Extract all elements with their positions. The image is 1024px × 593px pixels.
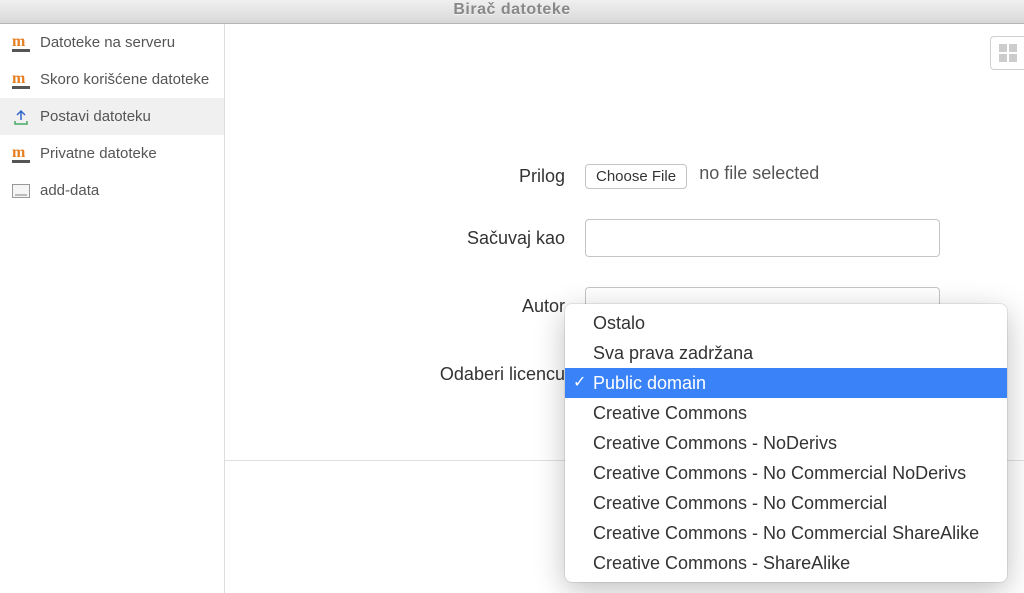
license-option[interactable]: Sva prava zadržana — [565, 338, 1007, 368]
license-option[interactable]: Public domain — [565, 368, 1007, 398]
grid-icon — [999, 44, 1017, 62]
upload-icon — [12, 109, 30, 125]
attachment-control: Choose File no file selected — [585, 164, 819, 189]
save-as-row: Sačuvaj kao — [255, 219, 994, 257]
sidebar-item-server-files[interactable]: Datoteke na serveru — [0, 24, 224, 61]
main-panel: Prilog Choose File no file selected Saču… — [225, 24, 1024, 593]
view-grid-button[interactable] — [990, 36, 1024, 70]
moodle-icon — [12, 36, 30, 50]
save-as-label: Sačuvaj kao — [255, 228, 585, 249]
license-option[interactable]: Ostalo — [565, 308, 1007, 338]
sidebar-item-label: add-data — [40, 182, 212, 199]
moodle-icon — [12, 147, 30, 161]
box-icon — [12, 184, 30, 198]
sidebar-item-label: Privatne datoteke — [40, 145, 212, 162]
sidebar-item-add-data[interactable]: add-data — [0, 172, 224, 209]
dialog-title: Birač datoteke — [0, 0, 1024, 24]
sidebar-item-label: Skoro korišćene datoteke — [40, 71, 212, 88]
license-option[interactable]: Creative Commons — [565, 398, 1007, 428]
license-option[interactable]: Creative Commons - No Commercial NoDeriv… — [565, 458, 1007, 488]
sidebar-item-label: Datoteke na serveru — [40, 34, 212, 51]
license-option[interactable]: Creative Commons - NoDerivs — [565, 428, 1007, 458]
sidebar-item-upload-file[interactable]: Postavi datoteku — [0, 98, 224, 135]
license-option[interactable]: Creative Commons - No Commercial — [565, 488, 1007, 518]
attachment-row: Prilog Choose File no file selected — [255, 164, 994, 189]
dialog-body: Datoteke na serveru Skoro korišćene dato… — [0, 24, 1024, 593]
moodle-icon — [12, 73, 30, 87]
sidebar-item-label: Postavi datoteku — [40, 108, 212, 125]
license-option[interactable]: Creative Commons - ShareAlike — [565, 548, 1007, 578]
choose-file-button[interactable]: Choose File — [585, 164, 687, 189]
no-file-text: no file selected — [699, 163, 819, 183]
sidebar-item-recent-files[interactable]: Skoro korišćene datoteke — [0, 61, 224, 98]
save-as-input[interactable] — [585, 219, 940, 257]
author-label: Autor — [255, 296, 585, 317]
repository-sidebar: Datoteke na serveru Skoro korišćene dato… — [0, 24, 225, 593]
sidebar-item-private-files[interactable]: Privatne datoteke — [0, 135, 224, 172]
license-option[interactable]: Creative Commons - No Commercial ShareAl… — [565, 518, 1007, 548]
attachment-label: Prilog — [255, 166, 585, 187]
license-dropdown[interactable]: OstaloSva prava zadržanaPublic domainCre… — [565, 304, 1007, 582]
license-label: Odaberi licencu — [255, 364, 585, 385]
